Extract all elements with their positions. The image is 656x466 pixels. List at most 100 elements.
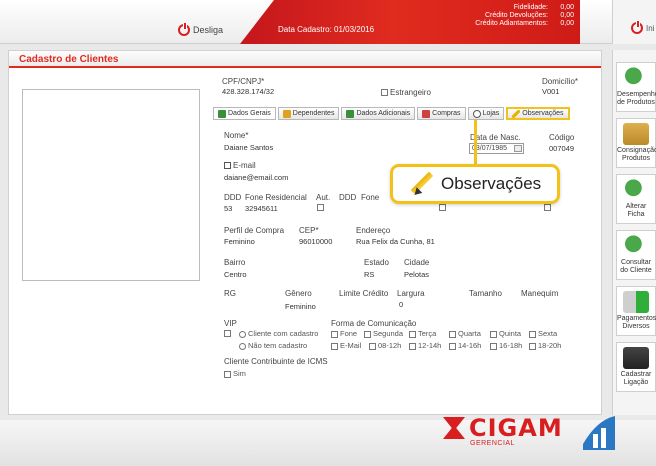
manequim-label: Manequim	[521, 289, 559, 298]
forma-com-label: Forma de Comunicação	[331, 319, 417, 328]
com-fone-checkbox[interactable]: Fone	[331, 329, 357, 338]
tab-dados-adicionais[interactable]: Dados Adicionais	[341, 107, 416, 120]
envelope-icon	[224, 162, 231, 170]
cart-icon	[422, 109, 431, 118]
top-bar: Desliga Data Cadastro: 01/03/2016 Fideli…	[0, 0, 656, 44]
callout-connector	[474, 120, 477, 164]
bairro-value[interactable]: Centro	[224, 270, 247, 279]
perfil-label: Perfil de Compra	[224, 226, 285, 235]
aut2-checkbox[interactable]	[439, 204, 446, 211]
data-nasc-input[interactable]: 03/07/1985	[469, 143, 524, 154]
fidelidade-value: 0,00	[560, 4, 574, 11]
cidade-value[interactable]: Pelotas	[404, 270, 429, 279]
sidebar-item-consultar[interactable]: Consultar do Cliente	[616, 230, 656, 280]
panel-title: Cadastro de Clientes	[9, 51, 601, 68]
tab-dependentes[interactable]: Dependentes	[277, 107, 340, 120]
sidebar-item-desempenho[interactable]: Desempenho de Produtos	[616, 62, 656, 112]
checkbox-icon	[529, 330, 536, 338]
nome-label: Nome*	[224, 131, 249, 140]
power-icon	[631, 21, 643, 34]
top-right-button[interactable]: Ini	[612, 0, 656, 44]
com-14-16-checkbox[interactable]: 14-16h	[449, 341, 481, 350]
checkbox-label: 16-18h	[499, 341, 523, 350]
genero-value[interactable]: Feminino	[285, 302, 316, 311]
perfil-value[interactable]: Feminino	[224, 237, 255, 246]
checkbox-icon	[364, 330, 371, 338]
estado-value[interactable]: RS	[364, 270, 374, 279]
radio-cliente-cadastro[interactable]: Cliente com cadastro	[239, 329, 318, 338]
com-quinta-checkbox[interactable]: Quinta	[490, 329, 521, 338]
registration-date: Data Cadastro: 01/03/2016	[278, 25, 375, 34]
sidebar-item-pagamentos[interactable]: Pagamentos Diversos	[616, 286, 656, 336]
sidebar-item-ligacao[interactable]: Cadastrar Ligação	[616, 342, 656, 392]
credito-adiantamentos-label: Crédito Adiantamentos:	[475, 20, 548, 27]
com-terca-checkbox[interactable]: Terça	[409, 329, 436, 338]
com-18-20-checkbox[interactable]: 18-20h	[529, 341, 561, 350]
client-photo-area[interactable]	[22, 89, 200, 281]
checkbox-icon	[224, 370, 231, 378]
tab-label: Observações	[522, 110, 564, 117]
ddd-value[interactable]: 53	[224, 204, 232, 213]
checkbox-label: Quinta	[499, 329, 522, 338]
sidebar-item-consignacao[interactable]: Consignação Produtos	[616, 118, 656, 168]
com-08-12-checkbox[interactable]: 08-12h	[369, 341, 401, 350]
bairro-label: Bairro	[224, 258, 246, 267]
checkbox-icon	[381, 89, 388, 97]
icms-checkbox[interactable]: Sim	[224, 369, 246, 378]
fidelidade-label: Fidelidade:	[513, 4, 548, 11]
largura-value[interactable]: 0	[399, 300, 403, 309]
logout-button[interactable]: Desliga	[178, 23, 224, 36]
endereco-value[interactable]: Rua Felix da Cunha, 81	[356, 237, 435, 246]
com-12-14-checkbox[interactable]: 12-14h	[409, 341, 441, 350]
tab-observacoes[interactable]: Observações	[506, 107, 570, 120]
com-16-18-checkbox[interactable]: 16-18h	[490, 341, 522, 350]
email-label-wrap: E-mail	[224, 161, 256, 170]
tab-compras[interactable]: Compras	[417, 107, 466, 120]
estrangeiro-checkbox[interactable]: Estrangeiro	[381, 88, 431, 97]
aut-label: Aut.	[316, 193, 331, 202]
tab-dados-gerais[interactable]: Dados Gerais	[213, 107, 276, 120]
sidebar-item-label: Consignação Produtos	[617, 147, 656, 162]
checkbox-icon	[369, 342, 376, 350]
email-value[interactable]: daiane@email.com	[224, 173, 288, 182]
com-sexta-checkbox[interactable]: Sexta	[529, 329, 557, 338]
fone-res-value[interactable]: 32945611	[245, 204, 278, 213]
dollar-icon	[623, 291, 649, 313]
com-email-checkbox[interactable]: E-Mail	[331, 341, 361, 350]
aut-checkbox[interactable]	[317, 204, 324, 211]
brand-name: CIGAM	[469, 414, 563, 442]
power-icon	[178, 23, 190, 36]
client-panel: Cadastro de Clientes CPF/CNPJ* 428.328.1…	[8, 50, 602, 415]
checkbox-icon	[490, 342, 497, 350]
nome-value[interactable]: Daiane Santos	[224, 143, 273, 152]
person-plus-icon	[346, 109, 355, 118]
tab-lojas[interactable]: Lojas	[467, 107, 505, 120]
largura-label: Largura	[397, 289, 425, 298]
callout-label: Observações	[441, 174, 542, 193]
search-icon	[472, 109, 481, 118]
tab-label: Dados Adicionais	[356, 110, 411, 117]
vip-checkbox[interactable]	[224, 330, 231, 337]
cep-value[interactable]: 96010000	[299, 237, 332, 246]
radio-label: Não tem cadastro	[248, 341, 308, 350]
limite-label: Limite Crédito	[339, 289, 389, 298]
domicilio-value[interactable]: V001	[542, 87, 560, 96]
cpf-label: CPF/CNPJ*	[222, 77, 265, 86]
sidebar-item-alterar-ficha[interactable]: Alterar Ficha	[616, 174, 656, 224]
radio-icon	[239, 330, 246, 338]
com-quarta-checkbox[interactable]: Quarta	[449, 329, 481, 338]
cidade-label: Cidade	[404, 258, 430, 267]
person-search-icon	[623, 235, 649, 257]
sidebar-item-label: Cadastrar Ligação	[620, 371, 652, 386]
tab-label: Compras	[432, 110, 461, 117]
aut3-checkbox[interactable]	[544, 204, 551, 211]
logout-label: Desliga	[193, 25, 224, 35]
radio-nao-cadastro[interactable]: Não tem cadastro	[239, 341, 307, 350]
estrangeiro-label: Estrangeiro	[390, 88, 431, 97]
calendar-icon[interactable]	[514, 145, 522, 152]
checkbox-label: 12-14h	[418, 341, 442, 350]
cpf-value[interactable]: 428.328.174/32	[222, 87, 274, 96]
person-edit-icon	[623, 179, 649, 201]
com-segunda-checkbox[interactable]: Segunda	[364, 329, 403, 338]
codigo-value: 007049	[549, 144, 575, 153]
